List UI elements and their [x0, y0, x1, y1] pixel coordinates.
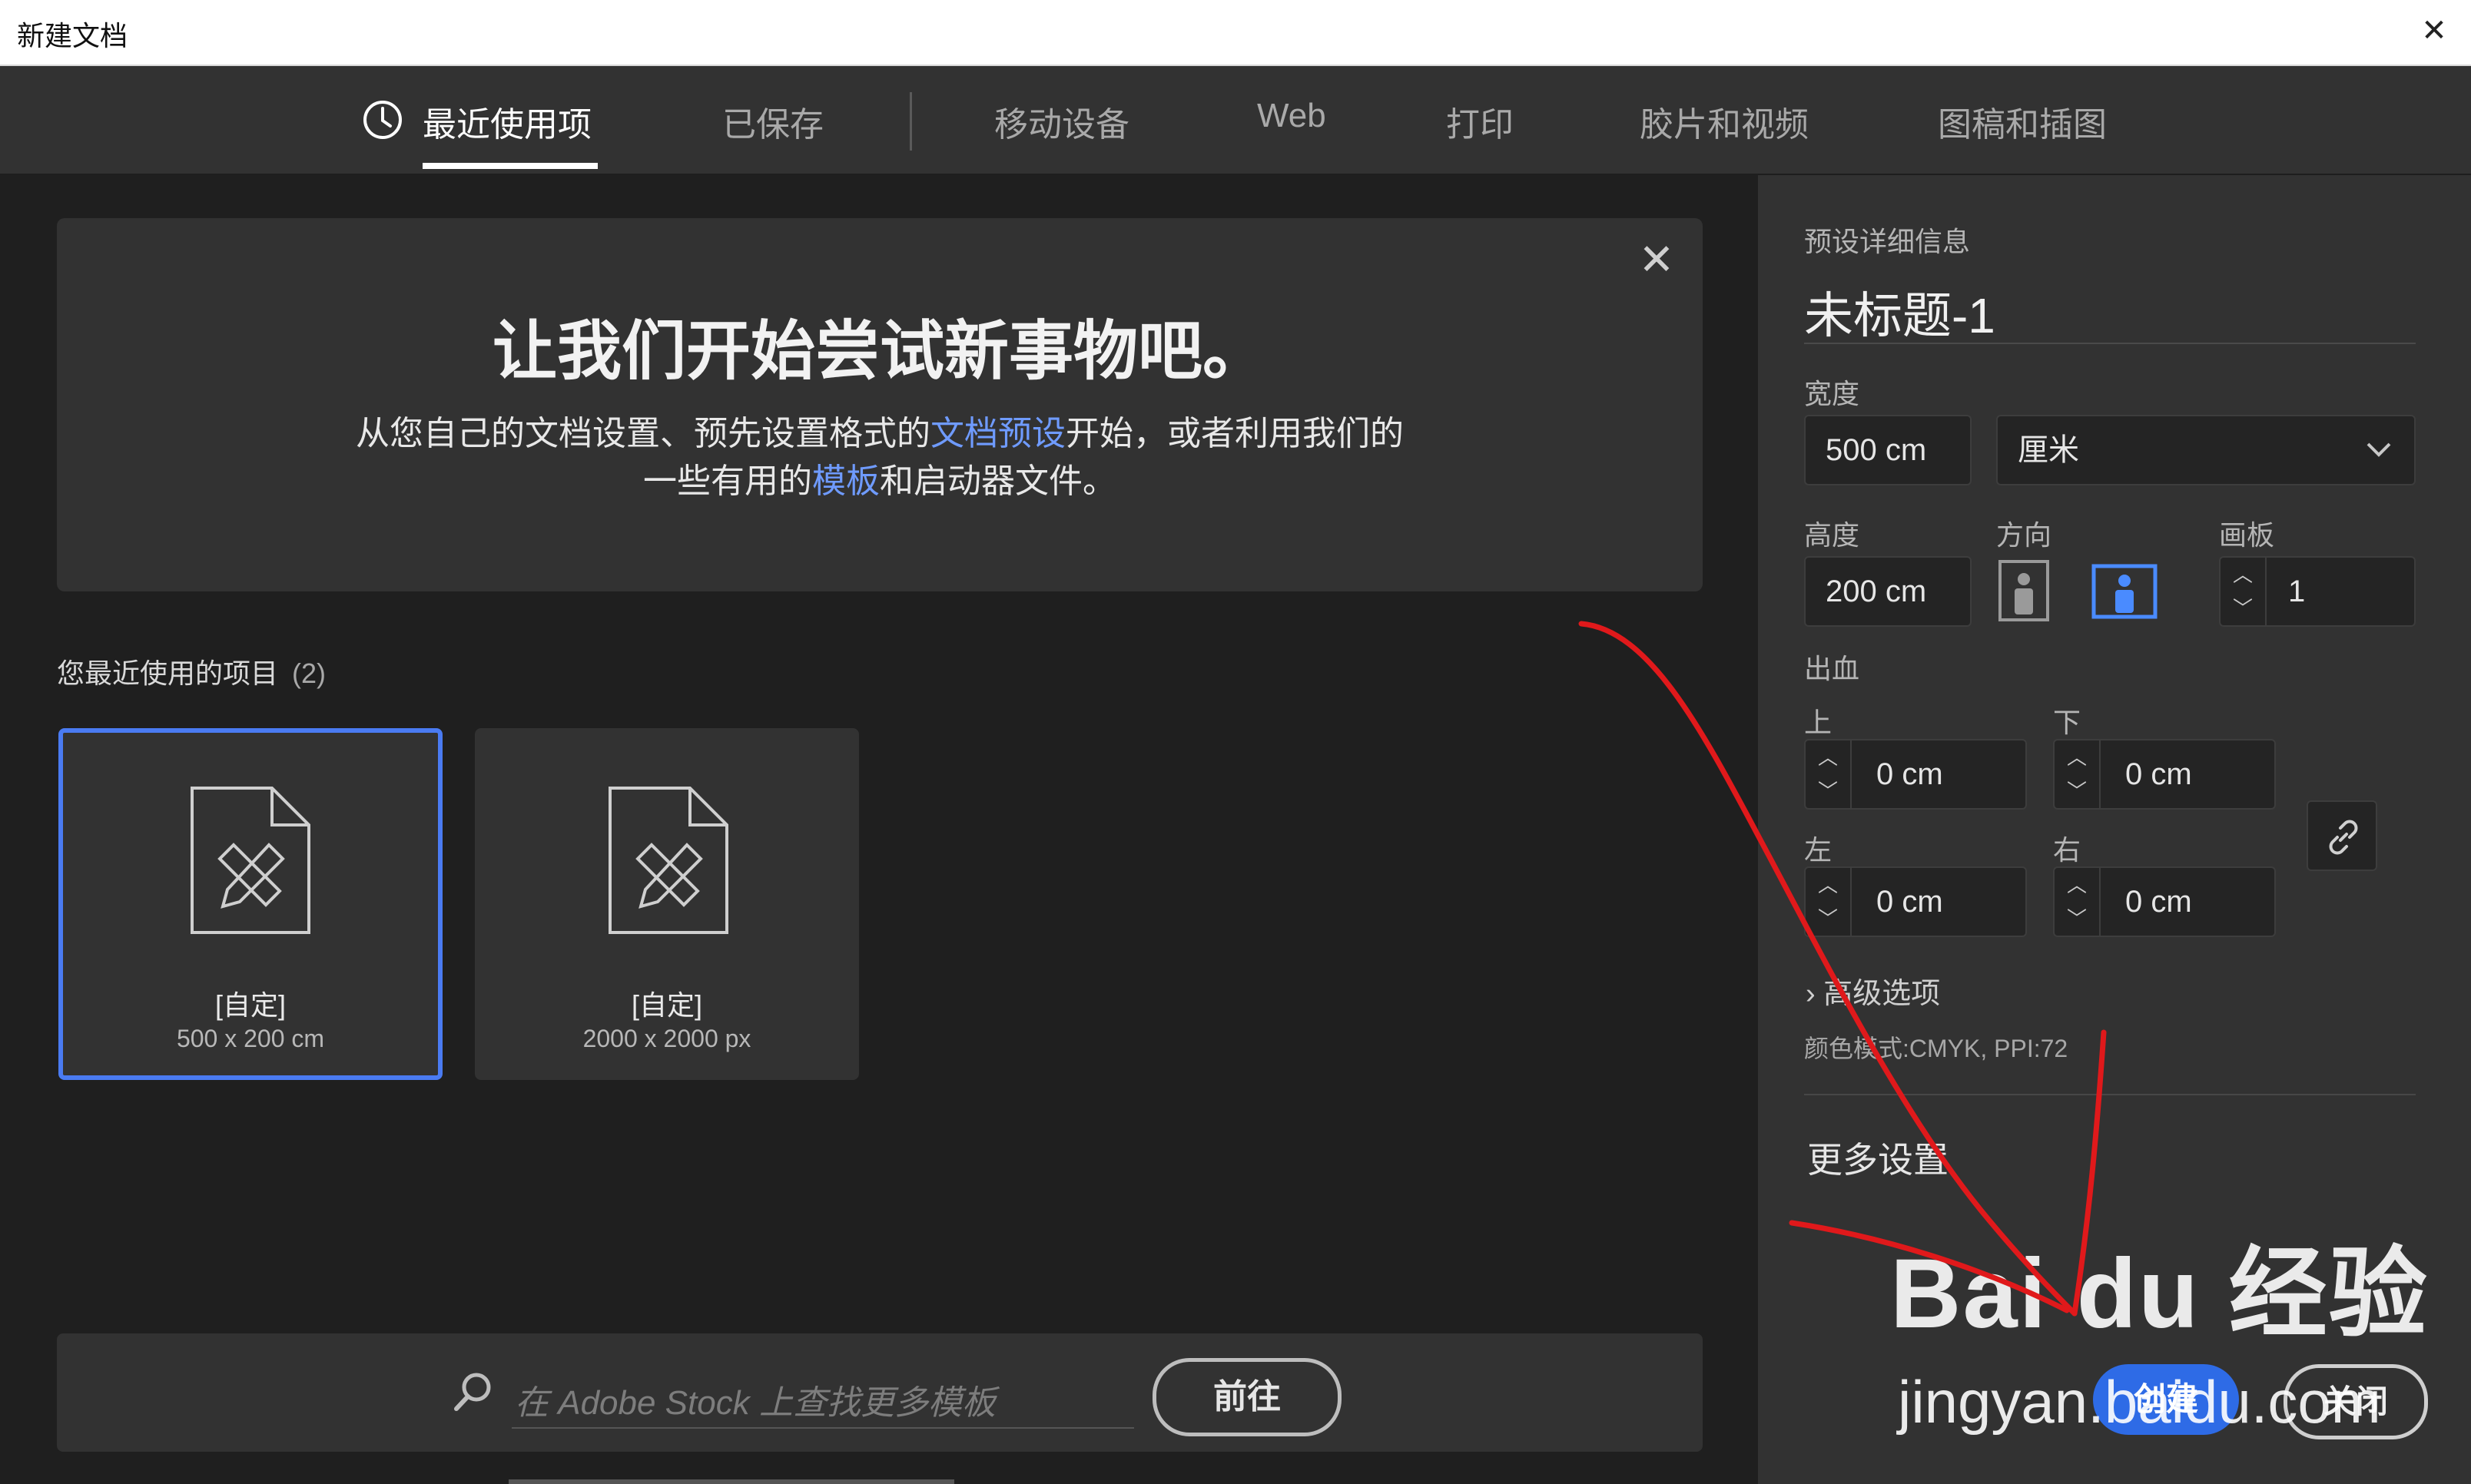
annotation-arrows: [1578, 621, 2107, 1317]
